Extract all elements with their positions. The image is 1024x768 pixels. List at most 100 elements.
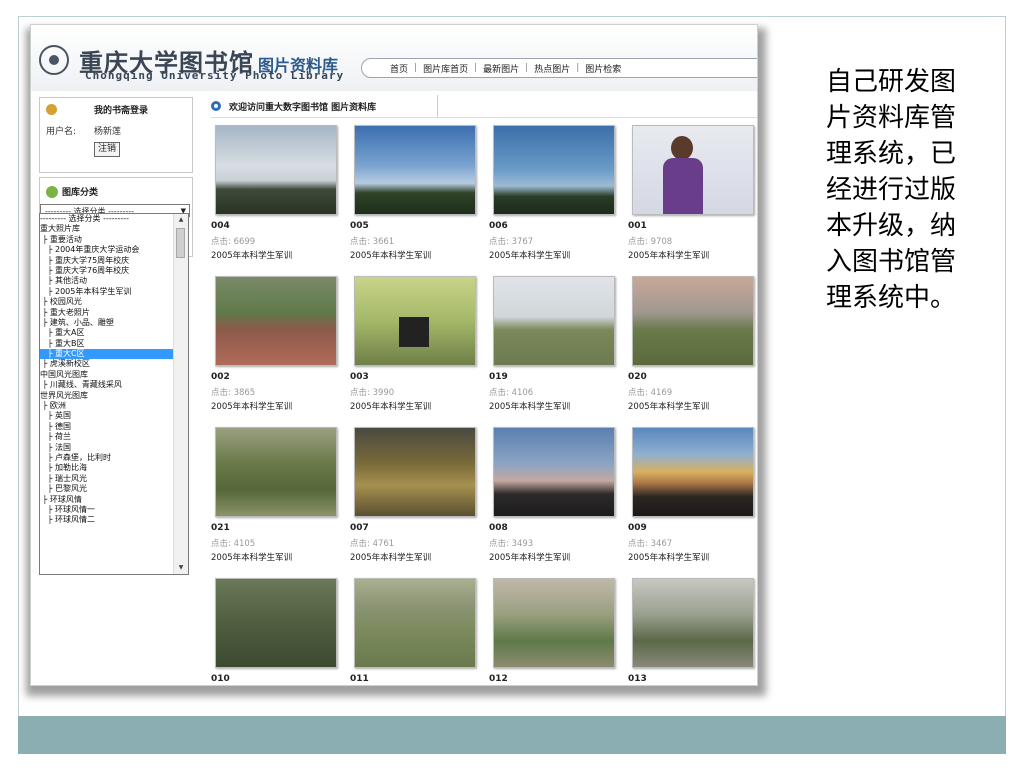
category-option[interactable]: ├ 川藏线、青藏线采风 — [40, 380, 174, 390]
photo-id[interactable]: 007 — [350, 523, 369, 533]
photo-id[interactable]: 004 — [211, 221, 230, 231]
category-option[interactable]: ├ 英国 — [40, 411, 174, 421]
photo-id[interactable]: 008 — [489, 523, 508, 533]
category-option[interactable]: ├ 加勒比海 — [40, 463, 174, 473]
photo-id[interactable]: 010 — [211, 674, 230, 684]
category-option[interactable]: ├ 荷兰 — [40, 432, 174, 442]
photo-card[interactable]: 019 点击: 4106 2005年本科学生军训 — [489, 272, 619, 422]
photo-thumbnail[interactable] — [215, 427, 337, 517]
category-option[interactable]: ├ 重大C区 — [40, 349, 174, 360]
photo-card[interactable]: 007 点击: 4761 2005年本科学生军训 — [350, 423, 480, 573]
category-option[interactable]: ├ 巴黎风光 — [40, 484, 174, 494]
photo-card[interactable]: 009 点击: 3467 2005年本科学生军训 — [628, 423, 757, 573]
category-option[interactable]: ├ 环球风情一 — [40, 505, 174, 515]
photo-category[interactable]: 2005年本科学生军训 — [211, 551, 292, 563]
photo-id[interactable]: 012 — [489, 674, 508, 684]
photo-card[interactable]: 013 — [628, 574, 757, 685]
photo-card[interactable]: 008 点击: 3493 2005年本科学生军训 — [489, 423, 619, 573]
category-option[interactable]: ├ 重大老照片 — [40, 308, 174, 318]
photo-thumbnail[interactable] — [632, 276, 754, 366]
category-option[interactable]: ├ 虎溪新校区 — [40, 359, 174, 369]
photo-thumbnail[interactable] — [632, 427, 754, 517]
nav-link[interactable]: 图片检索 — [579, 62, 627, 75]
photo-id[interactable]: 019 — [489, 372, 508, 382]
photo-card[interactable]: 003 点击: 3990 2005年本科学生军训 — [350, 272, 480, 422]
photo-category[interactable]: 2005年本科学生军训 — [489, 551, 570, 563]
category-option[interactable]: ├ 重大A区 — [40, 328, 174, 338]
category-option[interactable]: 中国风光图库 — [40, 370, 174, 380]
scroll-down-icon[interactable]: ▼ — [174, 562, 188, 574]
category-option[interactable]: --------- 选择分类 --------- — [40, 214, 174, 224]
category-option[interactable]: ├ 环球风情 — [40, 495, 174, 505]
photo-card[interactable]: 001 点击: 9708 2005年本科学生军训 — [628, 121, 757, 271]
category-option[interactable]: ├ 欧洲 — [40, 401, 174, 411]
photo-card[interactable]: 004 点击: 6699 2005年本科学生军训 — [211, 121, 341, 271]
category-option[interactable]: ├ 重庆大学76周年校庆 — [40, 266, 174, 276]
photo-card[interactable]: 012 — [489, 574, 619, 685]
category-option[interactable]: ├ 瑞士风光 — [40, 474, 174, 484]
scroll-up-icon[interactable]: ▲ — [174, 214, 188, 226]
photo-thumbnail[interactable] — [493, 276, 615, 366]
category-option[interactable]: ├ 2004年重庆大学运动会 — [40, 245, 174, 255]
photo-thumbnail[interactable] — [354, 276, 476, 366]
photo-card[interactable]: 010 — [211, 574, 341, 685]
photo-thumbnail[interactable] — [354, 427, 476, 517]
photo-card[interactable]: 002 点击: 3865 2005年本科学生军训 — [211, 272, 341, 422]
photo-card[interactable]: 021 点击: 4105 2005年本科学生军训 — [211, 423, 341, 573]
photo-id[interactable]: 011 — [350, 674, 369, 684]
category-option[interactable]: ├ 重大B区 — [40, 339, 174, 349]
photo-category[interactable]: 2005年本科学生军训 — [489, 400, 570, 412]
photo-card[interactable]: 011 — [350, 574, 480, 685]
photo-category[interactable]: 2005年本科学生军训 — [211, 249, 292, 261]
photo-category[interactable]: 2005年本科学生军训 — [628, 400, 709, 412]
nav-link[interactable]: 首页 — [384, 62, 414, 75]
category-option[interactable]: ├ 重要活动 — [40, 235, 174, 245]
photo-id[interactable]: 006 — [489, 221, 508, 231]
category-option[interactable]: ├ 重庆大学75周年校庆 — [40, 256, 174, 266]
photo-category[interactable]: 2005年本科学生军训 — [489, 249, 570, 261]
nav-link[interactable]: 热点图片 — [528, 62, 576, 75]
photo-card[interactable]: 006 点击: 3767 2005年本科学生军训 — [489, 121, 619, 271]
category-option[interactable]: 世界风光图库 — [40, 391, 174, 401]
category-option[interactable]: ├ 环球风情二 — [40, 515, 174, 525]
photo-category[interactable]: 2005年本科学生军训 — [211, 400, 292, 412]
photo-thumbnail[interactable] — [354, 578, 476, 668]
photo-id[interactable]: 020 — [628, 372, 647, 382]
photo-category[interactable]: 2005年本科学生军训 — [350, 551, 431, 563]
photo-thumbnail[interactable] — [354, 125, 476, 215]
category-option[interactable]: ├ 2005年本科学生军训 — [40, 287, 174, 297]
photo-thumbnail[interactable] — [493, 578, 615, 668]
category-dropdown-list[interactable]: --------- 选择分类 --------- 重大照片库 ├ 重要活动 ├ 2… — [39, 213, 189, 575]
logout-button[interactable]: 注销 — [94, 142, 121, 157]
photo-id[interactable]: 013 — [628, 674, 647, 684]
photo-thumbnail[interactable] — [493, 125, 615, 215]
nav-link[interactable]: 最新图片 — [477, 62, 525, 75]
category-option[interactable]: 重大照片库 — [40, 224, 174, 234]
photo-card[interactable]: 005 点击: 3661 2005年本科学生军训 — [350, 121, 480, 271]
category-option[interactable]: ├ 校园风光 — [40, 297, 174, 307]
photo-category[interactable]: 2005年本科学生军训 — [350, 249, 431, 261]
nav-link[interactable]: 图片库首页 — [417, 62, 474, 75]
photo-id[interactable]: 001 — [628, 221, 647, 231]
category-option[interactable]: ├ 德国 — [40, 422, 174, 432]
photo-id[interactable]: 009 — [628, 523, 647, 533]
photo-id[interactable]: 021 — [211, 523, 230, 533]
dropdown-scrollbar[interactable]: ▲ ▼ — [173, 214, 188, 574]
scrollbar-thumb[interactable] — [176, 228, 185, 258]
photo-category[interactable]: 2005年本科学生军训 — [628, 551, 709, 563]
category-option[interactable]: ├ 建筑、小品、雕塑 — [40, 318, 174, 328]
photo-thumbnail[interactable] — [215, 276, 337, 366]
photo-id[interactable]: 002 — [211, 372, 230, 382]
photo-id[interactable]: 005 — [350, 221, 369, 231]
category-option[interactable]: ├ 卢森堡，比利时 — [40, 453, 174, 463]
photo-category[interactable]: 2005年本科学生军训 — [628, 249, 709, 261]
photo-thumbnail[interactable] — [632, 125, 754, 215]
photo-thumbnail[interactable] — [215, 125, 337, 215]
photo-thumbnail[interactable] — [215, 578, 337, 668]
photo-id[interactable]: 003 — [350, 372, 369, 382]
photo-category[interactable]: 2005年本科学生军训 — [350, 400, 431, 412]
category-option[interactable]: ├ 法国 — [40, 443, 174, 453]
photo-card[interactable]: 020 点击: 4169 2005年本科学生军训 — [628, 272, 757, 422]
photo-thumbnail[interactable] — [632, 578, 754, 668]
category-option[interactable]: ├ 其他活动 — [40, 276, 174, 286]
